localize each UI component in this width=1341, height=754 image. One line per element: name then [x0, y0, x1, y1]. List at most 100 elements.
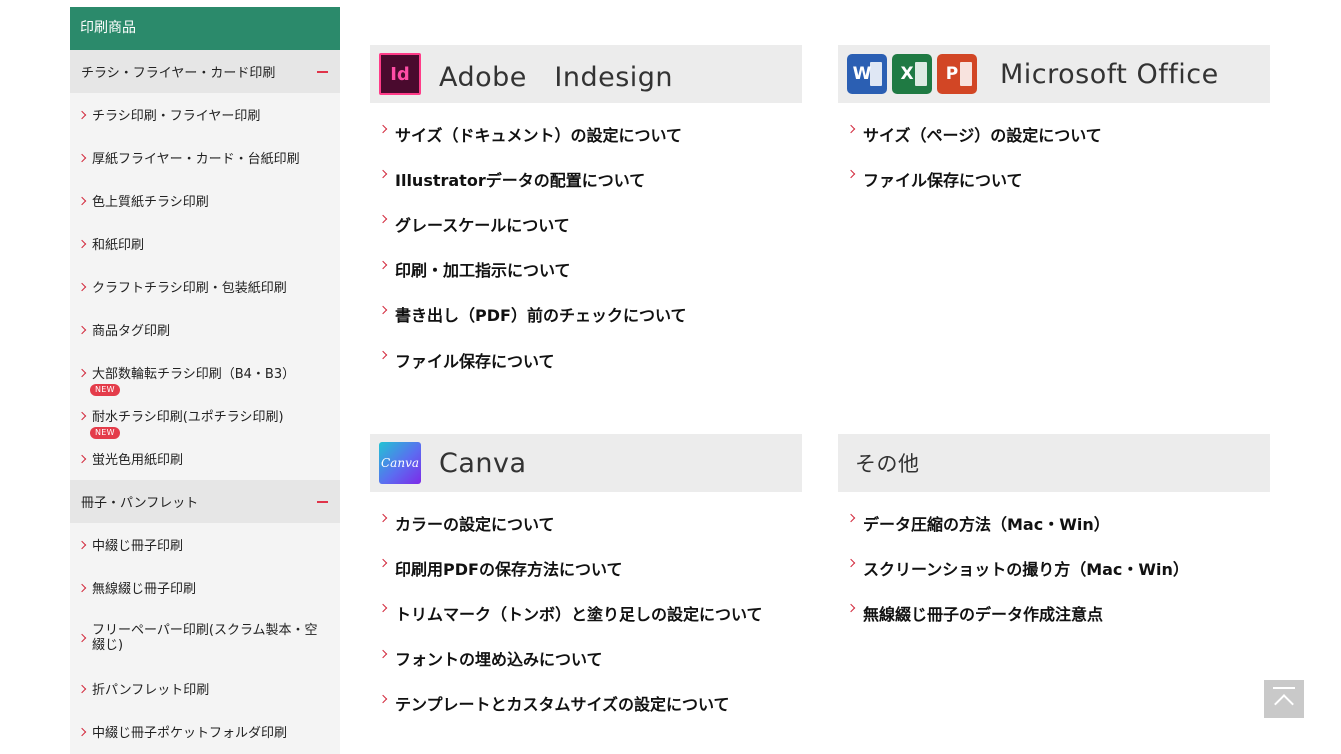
sidebar-item[interactable]: 中綴じ冊子ポケットフォルダ印刷	[70, 710, 340, 753]
chevron-right-icon	[378, 124, 388, 134]
chevron-right-icon	[378, 649, 388, 658]
sidebar-item[interactable]: 中綴じ冊子印刷	[70, 523, 340, 566]
guide-link[interactable]: 無線綴じ冊子のデータ作成注意点	[838, 590, 1270, 635]
guide-link[interactable]: Illustratorデータの配置について	[370, 156, 802, 201]
indesign-panel: Id Adobe Indesign サイズ（ドキュメント）の設定について Ill…	[370, 45, 802, 382]
guide-link[interactable]: フォントの埋め込みについて	[370, 636, 802, 681]
guide-link-label: テンプレートとカスタムサイズの設定について	[395, 695, 730, 715]
canva-link-list: カラーの設定について 印刷用PDFの保存方法について トリムマーク（トンボ）と塗…	[370, 492, 802, 726]
sidebar-item-label: 商品タグ印刷	[92, 324, 171, 339]
sidebar-item-label: 折パンフレット印刷	[92, 683, 210, 698]
panel-title: その他	[855, 452, 920, 476]
chevron-right-icon	[378, 604, 388, 613]
sidebar-item[interactable]: 無線綴じ冊子印刷	[70, 566, 340, 609]
guide-link-label: グレースケールについて	[395, 215, 570, 235]
guide-link-label: トリムマーク（トンボ）と塗り足しの設定について	[395, 604, 763, 624]
guide-link-label: スクリーンショットの撮り方（Mac・Win）	[863, 559, 1189, 579]
guide-link-label: サイズ（ページ）の設定について	[863, 125, 1102, 145]
chevron-right-icon	[77, 110, 87, 119]
sidebar-item[interactable]: 折パンフレット印刷	[70, 667, 340, 710]
sidebar-item[interactable]: 色上質紙チラシ印刷	[70, 179, 340, 222]
chevron-right-icon	[77, 454, 87, 463]
sidebar-category-label: チラシ・フライヤー・カード印刷	[81, 66, 276, 81]
guide-link[interactable]: テンプレートとカスタムサイズの設定について	[370, 681, 802, 726]
chevron-right-icon	[77, 325, 87, 334]
guide-link-label: サイズ（ドキュメント）の設定について	[395, 125, 683, 145]
guide-link-label: カラーの設定について	[395, 514, 555, 534]
new-badge: NEW	[90, 427, 120, 439]
sidebar-item[interactable]: 和紙印刷	[70, 222, 340, 265]
guide-link-label: データ圧縮の方法（Mac・Win）	[863, 514, 1110, 534]
sidebar-item-label: 大部数輪転チラシ印刷（B4・B3）	[92, 367, 296, 382]
sidebar-item-label: フリーペーパー印刷(スクラム製本・空綴じ)	[92, 623, 318, 653]
sidebar-item-label: 中綴じ冊子印刷	[92, 539, 184, 554]
canva-icon: Canva	[379, 442, 421, 484]
office-icons: W X P	[847, 54, 982, 94]
sidebar-item-label: 耐水チラシ印刷(ユポチラシ印刷)	[92, 410, 284, 425]
guide-link[interactable]: ファイル保存について	[370, 337, 802, 382]
chevron-up-icon	[1274, 694, 1294, 714]
office-link-list: サイズ（ページ）の設定について ファイル保存について	[838, 103, 1270, 201]
guide-link-label: 書き出し（PDF）前のチェックについて	[395, 306, 687, 326]
back-to-top-button[interactable]	[1264, 680, 1304, 718]
sidebar-item-label: 中綴じ冊子ポケットフォルダ印刷	[92, 726, 288, 741]
sidebar-header: 印刷商品	[70, 7, 340, 50]
chevron-right-icon	[77, 727, 87, 736]
word-icon: W	[847, 54, 887, 94]
indesign-panel-header: Id Adobe Indesign	[370, 45, 802, 103]
guide-link-label: ファイル保存について	[863, 170, 1023, 190]
sidebar-item[interactable]: 商品タグ印刷	[70, 308, 340, 351]
chevron-right-icon	[77, 153, 87, 162]
chevron-right-icon	[378, 558, 388, 568]
guide-link[interactable]: スクリーンショットの撮り方（Mac・Win）	[838, 545, 1270, 590]
chevron-right-icon	[77, 239, 87, 248]
guide-link[interactable]: トリムマーク（トンボ）と塗り足しの設定について	[370, 590, 802, 635]
sidebar-item-label: 無線綴じ冊子印刷	[92, 582, 197, 597]
sidebar-item[interactable]: クラフトチラシ印刷・包装紙印刷	[70, 265, 340, 308]
guide-link-label: Illustratorデータの配置について	[395, 170, 646, 190]
sidebar-item[interactable]: フリーペーパー印刷(スクラム製本・空綴じ)	[70, 609, 340, 667]
chevron-right-icon	[77, 540, 87, 549]
chevron-right-icon	[846, 169, 856, 179]
guide-link-label: 無線綴じ冊子のデータ作成注意点	[863, 604, 1104, 624]
panel-title: Canva	[439, 447, 527, 479]
guide-link[interactable]: グレースケールについて	[370, 201, 802, 246]
excel-icon: X	[892, 54, 932, 94]
chevron-right-icon	[378, 260, 388, 269]
sidebar-item-label: 色上質紙チラシ印刷	[92, 195, 209, 210]
chevron-right-icon	[77, 684, 87, 693]
chevron-right-icon	[77, 583, 87, 592]
product-sidebar: 印刷商品 チラシ・フライヤー・カード印刷 チラシ印刷・フライヤー印刷 厚紙フライ…	[70, 7, 340, 754]
guide-link[interactable]: サイズ（ページ）の設定について	[838, 111, 1270, 156]
guide-link-label: フォントの埋め込みについて	[395, 650, 603, 670]
sidebar-item[interactable]: 厚紙フライヤー・カード・台紙印刷	[70, 136, 340, 179]
canva-panel: Canva Canva カラーの設定について 印刷用PDFの保存方法について ト…	[370, 434, 802, 726]
sidebar-category-flyer[interactable]: チラシ・フライヤー・カード印刷	[70, 50, 340, 93]
chevron-right-icon	[846, 604, 856, 613]
guide-link-label: 印刷用PDFの保存方法について	[395, 559, 623, 579]
chevron-right-icon	[77, 633, 87, 643]
sidebar-category-booklet[interactable]: 冊子・パンフレット	[70, 480, 340, 523]
sidebar-item[interactable]: チラシ印刷・フライヤー印刷	[70, 93, 340, 136]
sidebar-category-label: 冊子・パンフレット	[81, 496, 199, 511]
sidebar-item[interactable]: NEW 蛍光色用紙印刷	[70, 427, 340, 480]
guide-link[interactable]: データ圧縮の方法（Mac・Win）	[838, 500, 1270, 545]
sidebar-item-label: 厚紙フライヤー・カード・台紙印刷	[92, 152, 300, 167]
chevron-right-icon	[378, 694, 388, 703]
chevron-right-icon	[77, 282, 87, 291]
guide-link[interactable]: カラーの設定について	[370, 500, 802, 545]
guide-link[interactable]: 印刷用PDFの保存方法について	[370, 545, 802, 590]
panel-title: Adobe Indesign	[439, 61, 674, 93]
other-panel-header: その他	[838, 434, 1270, 492]
chevron-right-icon	[378, 169, 388, 179]
collapse-icon[interactable]	[317, 500, 328, 503]
guide-link[interactable]: サイズ（ドキュメント）の設定について	[370, 111, 802, 156]
collapse-icon[interactable]	[317, 70, 328, 73]
guide-link[interactable]: ファイル保存について	[838, 156, 1270, 201]
guide-link[interactable]: 書き出し（PDF）前のチェックについて	[370, 292, 802, 337]
sidebar-item-label: 和紙印刷	[92, 238, 145, 253]
guide-link[interactable]: 印刷・加工指示について	[370, 247, 802, 292]
chevron-right-icon	[378, 350, 388, 360]
sidebar-item-label: チラシ印刷・フライヤー印刷	[92, 109, 261, 124]
chevron-right-icon	[378, 305, 388, 314]
